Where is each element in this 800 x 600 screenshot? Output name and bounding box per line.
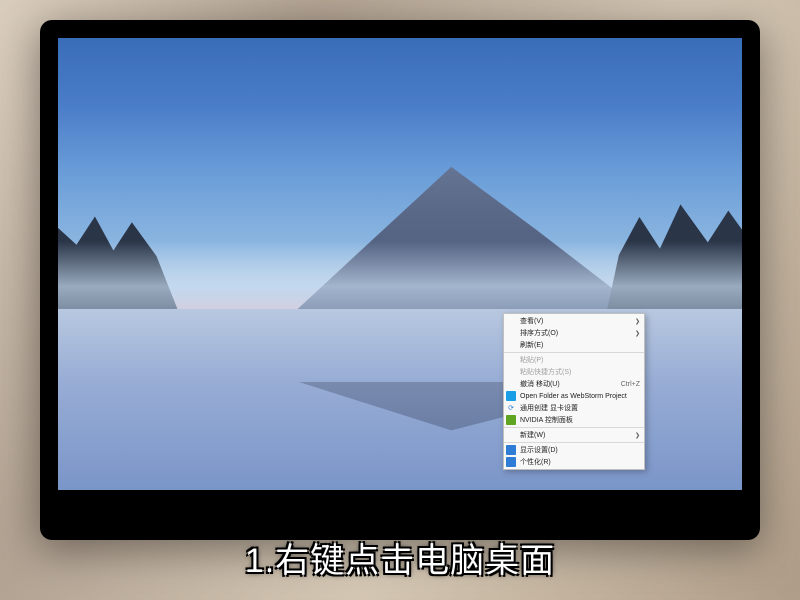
menu-view[interactable]: 查看(V) ❯ — [504, 315, 644, 327]
menu-label: 撤消 移动(U) — [520, 379, 560, 389]
chevron-right-icon: ❯ — [635, 330, 640, 337]
menu-label: 显示设置(D) — [520, 445, 558, 455]
menu-label: 个性化(R) — [520, 457, 551, 467]
menu-label: Open Folder as WebStorm Project — [520, 393, 627, 400]
instruction-caption: 1.右键点击电脑桌面 — [0, 533, 800, 582]
refresh-icon: ⟳ — [506, 403, 516, 413]
menu-label: 查看(V) — [520, 316, 543, 326]
menu-paste-shortcut: 粘贴快捷方式(S) — [504, 366, 644, 378]
menu-label: 通用创建 显卡设置 — [520, 403, 578, 413]
menu-sort[interactable]: 排序方式(O) ❯ — [504, 327, 644, 339]
desktop-context-menu: 查看(V) ❯ 排序方式(O) ❯ 刷新(E) 粘贴(P) 粘贴快捷方式(S) … — [503, 313, 645, 470]
menu-separator — [504, 352, 644, 353]
menu-label: 刷新(E) — [520, 340, 543, 350]
chevron-right-icon: ❯ — [635, 432, 640, 439]
menu-label: 排序方式(O) — [520, 328, 558, 338]
display-icon — [506, 445, 516, 455]
menu-webstorm[interactable]: Open Folder as WebStorm Project — [504, 390, 644, 402]
personalize-icon — [506, 457, 516, 467]
menu-paste: 粘贴(P) — [504, 354, 644, 366]
menu-label: 粘贴快捷方式(S) — [520, 367, 571, 377]
menu-label: 新建(W) — [520, 430, 545, 440]
desktop-screen[interactable]: 查看(V) ❯ 排序方式(O) ❯ 刷新(E) 粘贴(P) 粘贴快捷方式(S) … — [58, 38, 742, 490]
menu-graphics[interactable]: ⟳ 通用创建 显卡设置 — [504, 402, 644, 414]
menu-separator — [504, 442, 644, 443]
menu-undo[interactable]: 撤消 移动(U) Ctrl+Z — [504, 378, 644, 390]
menu-shortcut: Ctrl+Z — [621, 381, 640, 388]
monitor-frame: 查看(V) ❯ 排序方式(O) ❯ 刷新(E) 粘贴(P) 粘贴快捷方式(S) … — [40, 20, 760, 540]
menu-refresh[interactable]: 刷新(E) — [504, 339, 644, 351]
menu-display-settings[interactable]: 显示设置(D) — [504, 444, 644, 456]
menu-new[interactable]: 新建(W) ❯ — [504, 429, 644, 441]
menu-label: NVIDIA 控制面板 — [520, 415, 573, 425]
chevron-right-icon: ❯ — [635, 318, 640, 325]
nvidia-icon — [506, 415, 516, 425]
menu-nvidia[interactable]: NVIDIA 控制面板 — [504, 414, 644, 426]
menu-separator — [504, 427, 644, 428]
menu-personalize[interactable]: 个性化(R) — [504, 456, 644, 468]
webstorm-icon — [506, 391, 516, 401]
menu-label: 粘贴(P) — [520, 355, 543, 365]
